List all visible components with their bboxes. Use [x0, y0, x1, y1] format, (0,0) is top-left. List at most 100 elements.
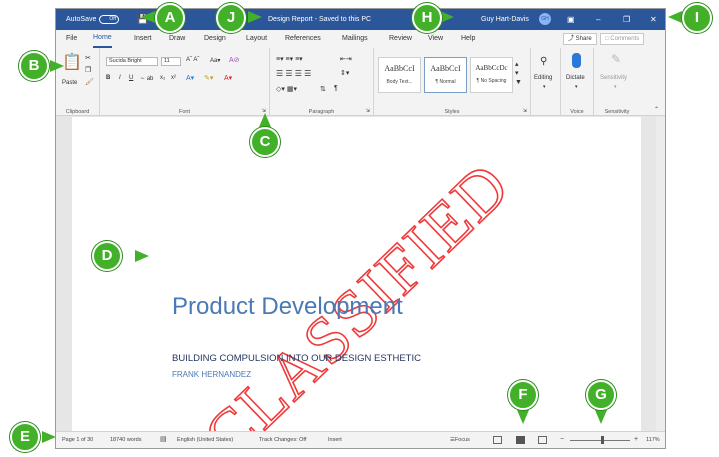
voice-group: Dictate ▾ Voice	[561, 48, 594, 116]
minimize-button[interactable]: –	[596, 9, 600, 30]
zoom-out-button[interactable]: −	[560, 432, 564, 448]
read-mode-icon[interactable]	[493, 436, 502, 444]
paste-button[interactable]: Paste	[62, 80, 77, 86]
track-changes-status[interactable]: Track Changes: Off	[259, 432, 306, 448]
callout-d: D	[92, 241, 122, 271]
styles-group: AaBbCcI Body Text... AaBbCcI ¶ Normal Aa…	[374, 48, 531, 116]
ribbon: 📋 Paste ✂ ❐ 🖌 Clipboard Sucida Bright 11…	[56, 48, 665, 116]
tab-references[interactable]: References	[285, 30, 321, 48]
style-normal[interactable]: AaBbCcI ¶ Normal	[424, 57, 467, 93]
tab-review[interactable]: Review	[389, 30, 412, 48]
bold-button[interactable]: B	[106, 75, 110, 81]
superscript-button[interactable]: x²	[171, 75, 176, 81]
underline-button[interactable]: U	[129, 75, 133, 81]
web-layout-icon[interactable]	[538, 436, 547, 444]
share-button[interactable]: ⤴ Share	[563, 33, 597, 45]
font-group-label: Font	[178, 109, 190, 115]
clear-formatting-icon[interactable]: A⊘	[229, 56, 240, 64]
word-count[interactable]: 18740 words	[110, 432, 142, 448]
zoom-level[interactable]: 117%	[646, 432, 660, 448]
shading-icon[interactable]: ◇▾ ▦▾	[276, 85, 297, 93]
tab-help[interactable]: Help	[461, 30, 475, 48]
search-icon[interactable]: ⚲	[540, 56, 547, 67]
autosave-toggle[interactable]: Off	[99, 9, 119, 30]
change-case-icon[interactable]: Aa▾	[210, 57, 220, 64]
show-marks-icon[interactable]: ¶	[334, 85, 338, 92]
paste-icon[interactable]: 📋	[62, 52, 82, 72]
chevron-down-icon[interactable]: ▾	[543, 84, 546, 90]
paragraph-group-label: Paragraph	[308, 109, 335, 115]
proofing-icon[interactable]: ▤	[160, 432, 167, 448]
sort-icon[interactable]: ⇅	[320, 85, 326, 93]
sensitivity-icon[interactable]: ✎	[611, 52, 621, 66]
avatar[interactable]: GH	[539, 9, 551, 30]
focus-button[interactable]: ☰Focus	[450, 432, 470, 448]
font-size-select[interactable]: 11	[161, 57, 181, 66]
callout-e-pointer	[42, 431, 56, 443]
style-body-text[interactable]: AaBbCcI Body Text...	[378, 57, 421, 93]
print-layout-icon[interactable]	[516, 436, 525, 444]
chevron-down-icon[interactable]: ▾	[575, 84, 578, 90]
tab-mailings[interactable]: Mailings	[342, 30, 368, 48]
callout-c-pointer	[259, 113, 271, 127]
tab-file[interactable]: File	[66, 30, 77, 48]
cut-icon[interactable]: ✂	[85, 54, 91, 62]
language[interactable]: English (United States)	[177, 432, 233, 448]
vertical-scrollbar[interactable]	[656, 117, 665, 433]
insert-mode[interactable]: Insert	[328, 432, 342, 448]
page-count[interactable]: Page 1 of 30	[62, 432, 93, 448]
tab-layout[interactable]: Layout	[246, 30, 267, 48]
callout-f: F	[508, 380, 538, 410]
sensitivity-button[interactable]: Sensitivity	[600, 75, 627, 81]
close-button[interactable]: ✕	[650, 9, 657, 30]
document-author: FRANK HERNANDEZ	[172, 370, 252, 379]
callout-h: H	[412, 3, 442, 33]
zoom-slider-thumb[interactable]	[601, 436, 604, 444]
restore-button[interactable]: ❐	[623, 9, 630, 30]
zoom-slider[interactable]	[570, 440, 630, 441]
chevron-down-icon[interactable]: ▾	[614, 84, 617, 90]
sensitivity-group: ✎ Sensitivity ▾ Sensitivity	[594, 48, 640, 116]
ribbon-display-options-icon[interactable]: ▣	[567, 9, 575, 30]
watermark: CLASSIFIED	[189, 148, 525, 433]
microphone-icon[interactable]	[572, 53, 581, 68]
font-color-icon[interactable]: A▾	[224, 74, 232, 82]
editing-button[interactable]: Editing	[534, 75, 552, 81]
styles-dialog-launcher-icon[interactable]: ⇲	[523, 108, 527, 114]
subscript-button[interactable]: x₂	[160, 75, 165, 81]
callout-j-pointer	[248, 11, 262, 23]
line-spacing-icon[interactable]: ⇕▾	[340, 69, 349, 77]
callout-b-pointer	[50, 60, 64, 72]
italic-button[interactable]: I	[119, 75, 121, 81]
zoom-in-button[interactable]: +	[634, 432, 638, 448]
text-effects-icon[interactable]: A▾	[186, 74, 194, 82]
voice-group-label: Voice	[570, 109, 584, 115]
font-name-select[interactable]: Sucida Bright	[106, 57, 158, 66]
bullets-icon[interactable]: ≡▾ ≡▾ ≡▾	[276, 55, 303, 63]
collapse-ribbon-icon[interactable]: ⌃	[654, 106, 659, 113]
document-page[interactable]: CLASSIFIED Product Development BUILDING …	[72, 117, 641, 433]
style-no-spacing[interactable]: AaBbCcDc ¶ No Spacing	[470, 57, 513, 93]
comments-button[interactable]: □ Comments	[600, 33, 645, 45]
callout-c: C	[250, 127, 280, 157]
tab-design[interactable]: Design	[204, 30, 226, 48]
tab-view[interactable]: View	[428, 30, 443, 48]
copy-icon[interactable]: ❐	[85, 66, 91, 74]
highlight-icon[interactable]: ✎▾	[204, 74, 213, 82]
clipboard-group: 📋 Paste ✂ ❐ 🖌 Clipboard	[56, 48, 100, 116]
editing-group: ⚲ Editing ▾	[531, 48, 561, 116]
tab-home[interactable]: Home	[93, 30, 112, 48]
align-icons[interactable]: ☰ ☰ ☰ ☰	[276, 69, 311, 78]
strikethrough-button[interactable]: ∼ ab	[140, 75, 153, 82]
document-title[interactable]: Design Report - Saved to this PC	[268, 9, 371, 30]
styles-scroll-icon[interactable]: ▴ ▾ ▼	[515, 60, 522, 87]
indent-icon[interactable]: ⇤⇥	[340, 55, 352, 63]
paragraph-dialog-launcher-icon[interactable]: ⇲	[366, 108, 370, 114]
user-name[interactable]: Guy Hart-Davis	[481, 9, 529, 30]
sensitivity-group-label: Sensitivity	[604, 109, 630, 115]
format-painter-icon[interactable]: 🖌	[85, 78, 94, 86]
grow-shrink-font-icon[interactable]: Aˆ Aˇ	[186, 57, 199, 63]
watermark-text: CLASSIFIED	[190, 148, 524, 433]
dictate-button[interactable]: Dictate	[566, 75, 585, 81]
tab-insert[interactable]: Insert	[134, 30, 152, 48]
